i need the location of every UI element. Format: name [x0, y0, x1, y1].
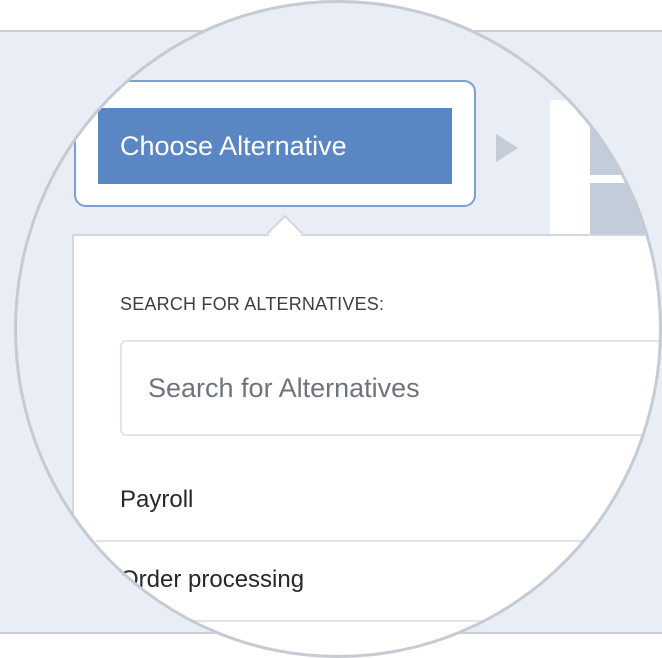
- choose-alternative-container: Choose Alternative: [74, 80, 476, 207]
- play-arrow-icon[interactable]: [496, 134, 518, 162]
- list-item-order-processing[interactable]: Order processing: [120, 566, 304, 594]
- list-item-partial[interactable]: ...trol: [120, 634, 173, 658]
- magnifier-lens: Choose Alternative SEARCH FOR ALTERNATIV…: [14, 0, 662, 658]
- block-divider: [590, 175, 662, 183]
- divider: [96, 540, 662, 542]
- alternatives-dropdown: SEARCH FOR ALTERNATIVES: Payroll Order p…: [72, 234, 662, 658]
- search-input[interactable]: [120, 340, 662, 436]
- divider: [96, 620, 662, 622]
- search-label: SEARCH FOR ALTERNATIVES:: [120, 294, 385, 314]
- list-item-payroll[interactable]: Payroll: [120, 486, 193, 514]
- adjacent-blocks: [590, 100, 662, 240]
- choose-alternative-button[interactable]: Choose Alternative: [98, 108, 452, 184]
